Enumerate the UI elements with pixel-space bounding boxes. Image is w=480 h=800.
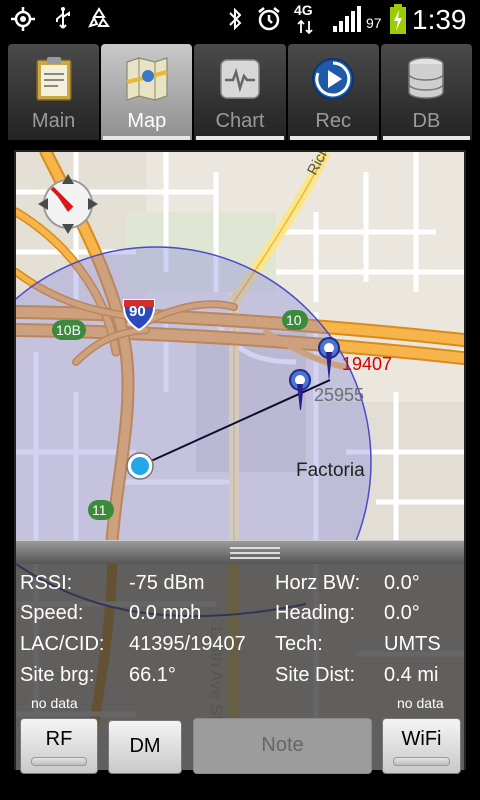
horz-bw-value: 0.0° xyxy=(384,572,420,594)
grip-icon xyxy=(230,547,280,559)
exit-10b-label: 10B xyxy=(56,322,81,338)
tab-underline xyxy=(196,136,284,140)
map-view[interactable]: Richar 90 10B 10 11 19407 25955 Factoria xyxy=(16,152,464,542)
signal-icon xyxy=(333,6,361,32)
tech-label: Tech: xyxy=(275,633,323,655)
gps-icon xyxy=(11,7,35,31)
tab-underline xyxy=(382,136,471,140)
map-icon xyxy=(126,57,168,101)
current-location-icon[interactable] xyxy=(126,452,154,480)
exit-11-label: 11 xyxy=(92,502,107,518)
tab-bar: Main Map Chart Rec DB xyxy=(8,44,473,140)
panel-resize-handle[interactable] xyxy=(16,540,464,564)
tab-map[interactable]: Map xyxy=(101,44,193,140)
tab-chart[interactable]: Chart xyxy=(194,44,286,140)
heading-label: Heading: xyxy=(275,602,356,624)
battery-percent: 97 xyxy=(366,15,382,31)
tab-active-indicator xyxy=(103,136,191,140)
chart-icon xyxy=(220,59,260,99)
wifi-indicator xyxy=(393,757,450,766)
tab-main[interactable]: Main xyxy=(8,44,100,140)
site-brg-value: 66.1° xyxy=(129,664,176,686)
bluetooth-icon xyxy=(229,7,242,31)
lac-cid-label: LAC/CID: xyxy=(20,633,105,655)
tech-value: UMTS xyxy=(384,633,441,655)
note-button[interactable]: Note xyxy=(193,718,372,774)
horz-bw-label: Horz BW: xyxy=(275,572,361,594)
rf-indicator xyxy=(31,757,87,766)
tab-rec[interactable]: Rec xyxy=(287,44,379,140)
wifi-button[interactable]: WiFi xyxy=(382,718,461,774)
exit-10-label: 10 xyxy=(286,312,302,328)
dm-button[interactable]: DM xyxy=(108,720,182,774)
site-dist-value: 0.4 mi xyxy=(384,664,439,686)
site-dist-label: Site Dist: xyxy=(275,664,356,686)
record-icon xyxy=(312,58,355,100)
rf-button[interactable]: RF xyxy=(20,718,98,774)
speed-value: 0.0 mph xyxy=(129,602,202,624)
rf-status-text: no data xyxy=(31,695,78,711)
battery-charging-icon xyxy=(390,4,406,34)
rssi-label: RSSI: xyxy=(20,572,73,594)
neighbor-cell-label: 25955 xyxy=(314,385,365,405)
lac-cid-value: 41395/19407 xyxy=(129,633,246,655)
heading-value: 0.0° xyxy=(384,602,420,624)
place-label-factoria: Factoria xyxy=(296,460,365,481)
alarm-icon xyxy=(258,7,280,31)
clock: 1:39 xyxy=(412,4,467,35)
serving-cell-label: 19407 xyxy=(342,354,393,374)
database-icon xyxy=(408,57,445,99)
clipboard-icon xyxy=(35,57,72,101)
data-arrows-icon xyxy=(297,20,313,34)
map-canvas xyxy=(16,152,464,542)
tab-underline xyxy=(289,136,377,140)
status-bar: 4G 97 1:39 xyxy=(0,0,480,38)
recycle-icon xyxy=(88,7,110,28)
site-brg-label: Site brg: xyxy=(20,664,95,686)
rssi-value: -75 dBm xyxy=(129,572,205,594)
wifi-status-text: no data xyxy=(397,695,444,711)
network-type-label: 4G xyxy=(294,2,313,18)
usb-icon xyxy=(56,7,70,29)
interstate-label: 90 xyxy=(129,303,146,320)
tab-db[interactable]: DB xyxy=(380,44,473,140)
speed-label: Speed: xyxy=(20,602,84,624)
